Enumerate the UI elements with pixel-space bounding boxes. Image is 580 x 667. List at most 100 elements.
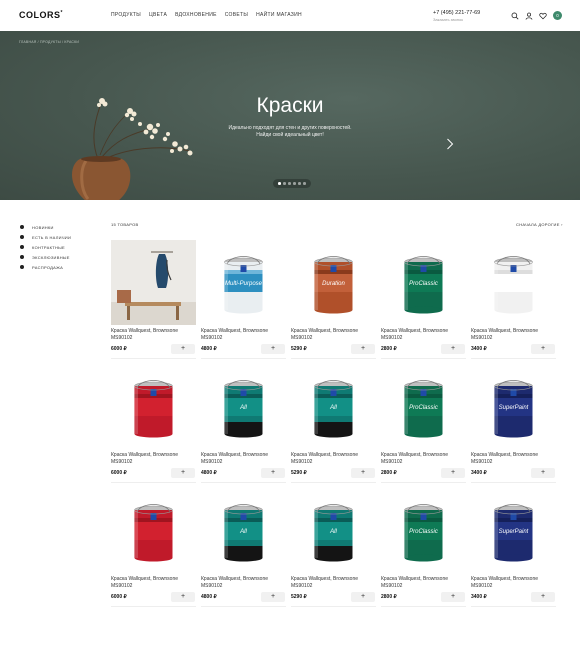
add-to-cart-button[interactable]: + [351, 344, 375, 354]
product-image[interactable]: ProClassic [381, 364, 466, 449]
filter-contract[interactable]: КОНТРАКТНЫЕ [20, 242, 71, 252]
product-image[interactable] [111, 364, 196, 449]
slider-dot[interactable] [293, 182, 296, 185]
product-card[interactable]: All Краска Wallquest, Brownsone MS90102 48… [201, 488, 286, 607]
slider-dot[interactable] [278, 182, 281, 185]
nav-item-colors[interactable]: ЦВЕТА [149, 12, 167, 18]
cart-button[interactable]: 0 [553, 11, 562, 20]
product-card[interactable]: Краска Wallquest, Brownsone MS90102 6000 … [111, 240, 196, 359]
product-title[interactable]: Краска Wallquest, Brownsone MS90102 [111, 576, 196, 589]
add-to-cart-button[interactable]: + [441, 468, 465, 478]
product-card[interactable]: ProClassic Краска Wallquest, Brownsone MS… [381, 488, 466, 607]
product-title[interactable]: Краска Wallquest, Brownsone MS90102 [201, 576, 286, 589]
product-image[interactable]: All [201, 364, 286, 449]
filter-exclusive[interactable]: ЭКСКЛЮЗИВНЫЕ [20, 252, 71, 262]
product-image[interactable]: Multi-Purpose [201, 240, 286, 325]
product-image[interactable]: All [201, 488, 286, 573]
nav-item-products[interactable]: ПРОДУКТЫ [111, 12, 141, 18]
product-image[interactable]: ProClassic [381, 488, 466, 573]
add-to-cart-button[interactable]: + [351, 592, 375, 602]
interior-photo [111, 240, 196, 325]
filter-radio[interactable] [20, 225, 24, 229]
product-title[interactable]: Краска Wallquest, Brownsone MS90102 [111, 452, 196, 465]
product-card[interactable]: Краска Wallquest, Brownsone MS90102 6000 … [111, 488, 196, 607]
product-card[interactable]: All Краска Wallquest, Brownsone MS90102 52… [291, 488, 376, 607]
paint-can-image: ProClassic [494, 256, 533, 314]
breadcrumb[interactable]: ГЛАВНАЯ / ПРОДУКТЫ / КРАСКИ [19, 40, 79, 44]
filter-label: РАСПРОДАЖА [32, 264, 64, 270]
product-title[interactable]: Краска Wallquest, Brownsone MS90102 [381, 452, 466, 465]
add-to-cart-button[interactable]: + [531, 592, 555, 602]
svg-text:ProClassic: ProClassic [499, 281, 528, 287]
product-image[interactable]: SuperPaint [471, 364, 556, 449]
callback-link[interactable]: Заказать звонок [433, 17, 463, 22]
add-to-cart-button[interactable]: + [171, 468, 195, 478]
product-title[interactable]: Краска Wallquest, Brownsone MS90102 [291, 452, 376, 465]
chevron-right-icon[interactable] [446, 138, 454, 150]
slider-dot[interactable] [288, 182, 291, 185]
add-to-cart-button[interactable]: + [261, 592, 285, 602]
add-to-cart-button[interactable]: + [531, 468, 555, 478]
nav-item-inspiration[interactable]: ВДОХНОВЕНИЕ [175, 12, 217, 18]
user-icon[interactable] [525, 12, 533, 20]
nav-item-find-store[interactable]: НАЙТИ МАГАЗИН [256, 12, 302, 18]
product-image[interactable] [111, 240, 196, 325]
product-title[interactable]: Краска Wallquest, Brownsone MS90102 [471, 328, 556, 341]
product-title[interactable]: Краска Wallquest, Brownsone MS90102 [471, 452, 556, 465]
nav-item-tips[interactable]: СОВЕТЫ [225, 12, 248, 18]
product-card[interactable]: ProClassic Краска Wallquest, Brownsone MS… [471, 240, 556, 359]
product-card[interactable]: All Краска Wallquest, Brownsone MS90102 48… [201, 364, 286, 483]
product-card[interactable]: ProClassic Краска Wallquest, Brownsone MS… [381, 240, 466, 359]
add-to-cart-button[interactable]: + [171, 344, 195, 354]
add-to-cart-button[interactable]: + [531, 344, 555, 354]
product-image[interactable]: ProClassic [381, 240, 466, 325]
product-title[interactable]: Краска Wallquest, Brownsone MS90102 [111, 328, 196, 341]
slider-dot[interactable] [303, 182, 306, 185]
slider-dot[interactable] [283, 182, 286, 185]
logo[interactable]: COLORS* [19, 10, 63, 20]
filter-new[interactable]: НОВИНКИ [20, 222, 71, 232]
product-image[interactable]: SuperPaint [471, 488, 556, 573]
add-to-cart-button[interactable]: + [171, 592, 195, 602]
filter-radio[interactable] [20, 235, 24, 239]
add-to-cart-button[interactable]: + [441, 344, 465, 354]
product-title[interactable]: Краска Wallquest, Brownsone MS90102 [471, 576, 556, 589]
filter-sale[interactable]: РАСПРОДАЖА [20, 262, 71, 272]
product-price: 6000 ₽ [111, 346, 127, 352]
card-divider [201, 606, 286, 607]
site-header: COLORS* ПРОДУКТЫ ЦВЕТА ВДОХНОВЕНИЕ СОВЕТ… [0, 0, 580, 31]
product-title[interactable]: Краска Wallquest, Brownsone MS90102 [291, 328, 376, 341]
heart-icon[interactable] [539, 12, 547, 20]
add-to-cart-button[interactable]: + [441, 592, 465, 602]
product-card[interactable]: All Краска Wallquest, Brownsone MS90102 52… [291, 364, 376, 483]
search-icon[interactable] [511, 12, 519, 20]
slider-dot[interactable] [298, 182, 301, 185]
product-card[interactable]: Duration Краска Wallquest, Brownsone MS90… [291, 240, 376, 359]
product-title[interactable]: Краска Wallquest, Brownsone MS90102 [381, 328, 466, 341]
filter-radio[interactable] [20, 265, 24, 269]
product-card[interactable]: SuperPaint Краска Wallquest, Brownsone MS… [471, 364, 556, 483]
product-image[interactable]: Duration [291, 240, 376, 325]
product-image[interactable]: All [291, 364, 376, 449]
product-card[interactable]: Multi-Purpose Краска Wallquest, Brownsone… [201, 240, 286, 359]
product-image[interactable]: ProClassic [471, 240, 556, 325]
product-title[interactable]: Краска Wallquest, Brownsone MS90102 [201, 452, 286, 465]
product-card[interactable]: SuperPaint Краска Wallquest, Brownsone MS… [471, 488, 556, 607]
sort-dropdown[interactable]: СНАЧАЛА ДОРОГИЕ › [516, 222, 563, 227]
slider-dots [273, 179, 311, 188]
phone-number[interactable]: +7 (495) 221-77-69 [433, 10, 480, 16]
filter-radio[interactable] [20, 255, 24, 259]
product-title[interactable]: Краска Wallquest, Brownsone MS90102 [291, 576, 376, 589]
product-title[interactable]: Краска Wallquest, Brownsone MS90102 [381, 576, 466, 589]
add-to-cart-button[interactable]: + [351, 468, 375, 478]
add-to-cart-button[interactable]: + [261, 468, 285, 478]
add-to-cart-button[interactable]: + [261, 344, 285, 354]
product-image[interactable] [111, 488, 196, 573]
filter-in-stock[interactable]: ЕСТЬ В НАЛИЧИИ [20, 232, 71, 242]
product-card[interactable]: ProClassic Краска Wallquest, Brownsone MS… [381, 364, 466, 483]
product-image[interactable]: All [291, 488, 376, 573]
filter-radio[interactable] [20, 245, 24, 249]
card-divider [201, 482, 286, 483]
product-card[interactable]: Краска Wallquest, Brownsone MS90102 6000 … [111, 364, 196, 483]
product-title[interactable]: Краска Wallquest, Brownsone MS90102 [201, 328, 286, 341]
